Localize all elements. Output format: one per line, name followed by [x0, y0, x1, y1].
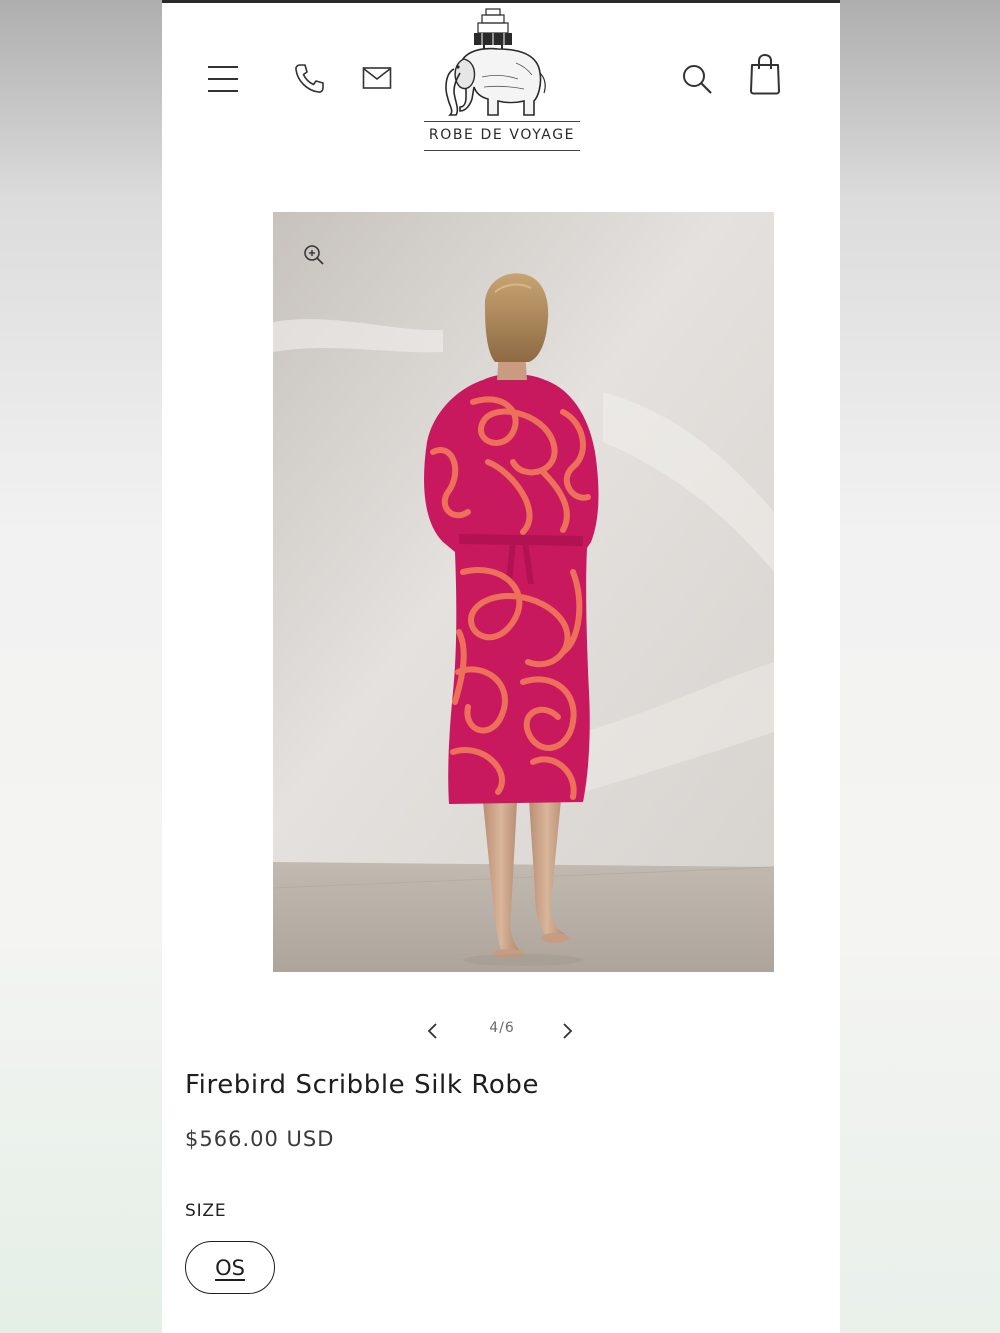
- product-page: ROBE DE VOYAGE 4/6 Firebird Scribble Sil…: [162, 0, 840, 1333]
- hamburger-menu-icon[interactable]: [206, 63, 240, 95]
- chevron-left-icon[interactable]: [425, 1021, 441, 1041]
- product-image[interactable]: [273, 212, 774, 972]
- mail-icon[interactable]: [362, 66, 392, 90]
- size-label: SIZE: [185, 1201, 227, 1221]
- right-backdrop: [840, 0, 1000, 1333]
- product-title: Firebird Scribble Silk Robe: [185, 1070, 540, 1100]
- size-option-os[interactable]: OS: [185, 1241, 275, 1294]
- slide-counter: 4/6: [489, 1020, 515, 1036]
- brand-name: ROBE DE VOYAGE: [428, 127, 576, 143]
- phone-icon[interactable]: [292, 62, 326, 96]
- brand-logo[interactable]: ROBE DE VOYAGE: [420, 7, 584, 157]
- logo-rule-top: [424, 121, 580, 122]
- gallery-pager: 4/6: [417, 1013, 587, 1049]
- search-icon[interactable]: [680, 62, 714, 96]
- elephant-emblem-icon: [445, 8, 546, 116]
- left-backdrop: [0, 0, 162, 1333]
- product-price: $566.00 USD: [185, 1127, 335, 1151]
- zoom-in-icon[interactable]: [303, 244, 325, 266]
- logo-rule-bottom: [424, 150, 580, 151]
- shopping-bag-icon[interactable]: [748, 53, 782, 95]
- chevron-right-icon[interactable]: [559, 1021, 575, 1041]
- robe-photo: [273, 212, 774, 972]
